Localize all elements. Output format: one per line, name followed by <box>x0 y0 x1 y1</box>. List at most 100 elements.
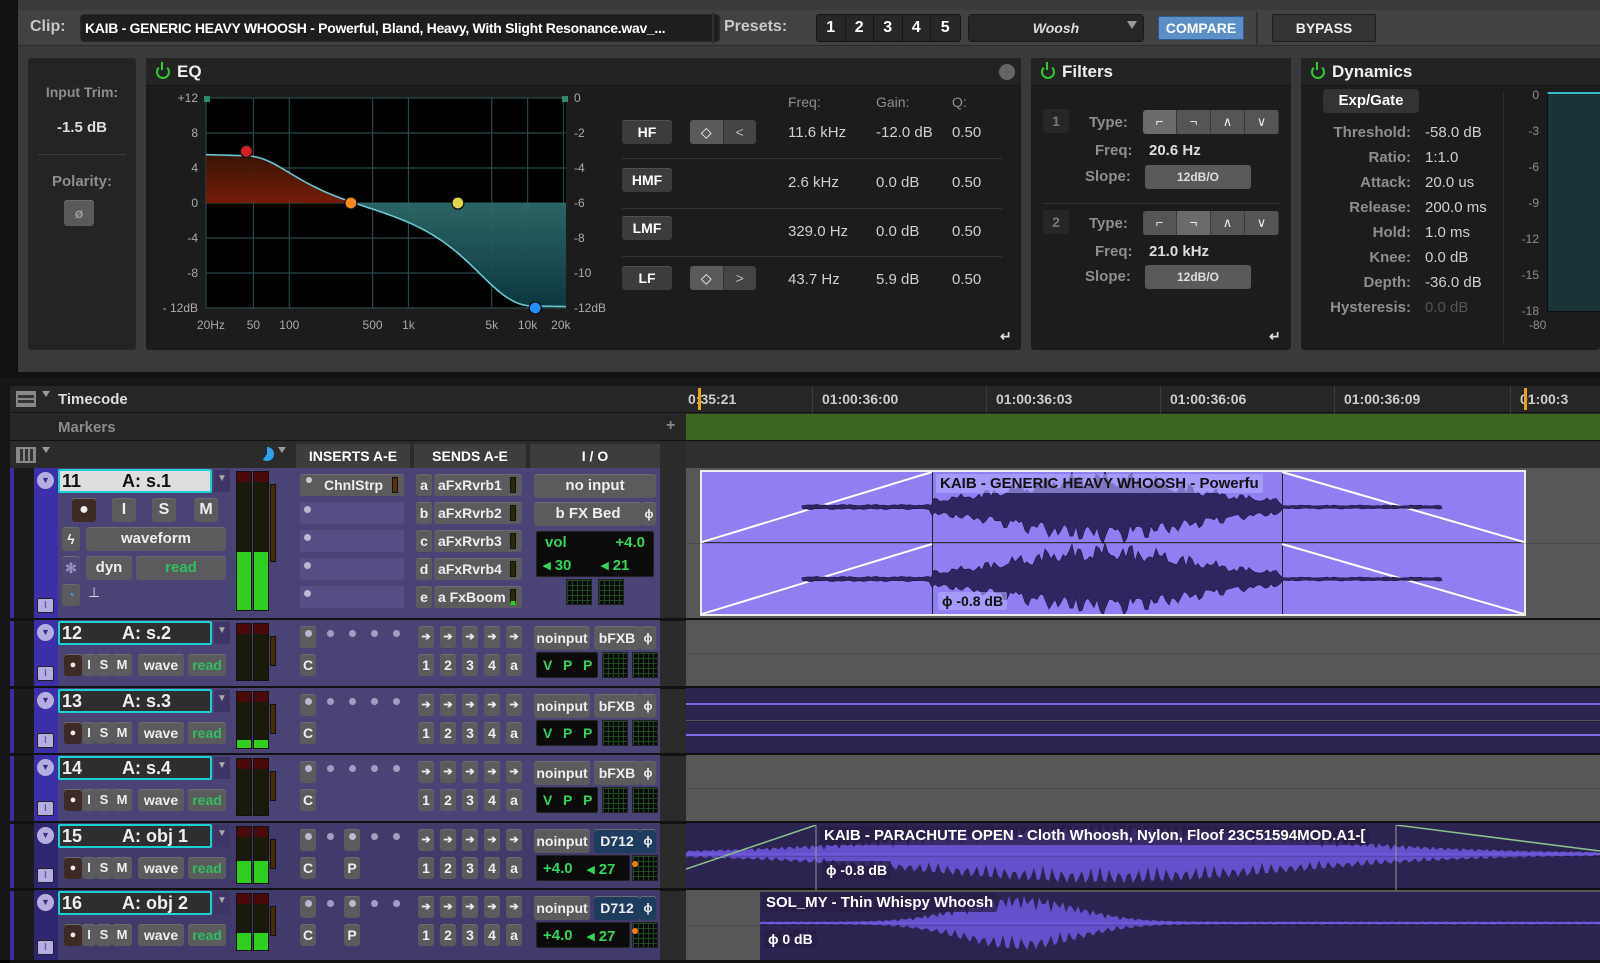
track-13-timeline-lane[interactable] <box>686 688 1600 753</box>
track-15-output-fader-icon[interactable]: ϕ <box>640 829 656 853</box>
track-12-input-button[interactable]: I <box>82 654 96 676</box>
track-11-name-menu-icon[interactable]: ▼ <box>214 470 230 492</box>
track-11-input-selector[interactable]: no input <box>534 474 656 498</box>
track-15-send-2-arrow-icon[interactable]: ➔ <box>440 829 456 851</box>
track-16-clip-gain[interactable]: ϕ 0 dB <box>764 930 817 948</box>
track-16-clip[interactable]: SOL_MY - Thin Whispy Whoosh ϕ 0 dB <box>760 892 1600 960</box>
notch-icon[interactable]: ∨ <box>1245 211 1279 235</box>
track-13-insert-2-slot[interactable] <box>327 698 334 705</box>
filter-1-freq[interactable]: 20.6 Hz <box>1149 142 1201 159</box>
track-14-rec-button[interactable]: ● <box>64 789 82 811</box>
filter-2-freq[interactable]: 21.0 kHz <box>1149 243 1209 260</box>
track-11-automation-mode[interactable]: read <box>136 556 226 580</box>
track-15-mute-button[interactable]: M <box>112 857 132 879</box>
track-12-send-1-arrow-icon[interactable]: ➔ <box>418 626 434 648</box>
track-16-insert-2-slot[interactable] <box>327 900 334 907</box>
track-15-send-1[interactable]: 1 <box>418 857 434 879</box>
track-13-output-fader-icon[interactable]: ϕ <box>640 694 656 718</box>
track-12-send-2-arrow-icon[interactable]: ➔ <box>440 626 456 648</box>
track-15-panner[interactable] <box>632 855 658 881</box>
track-13-rec-button[interactable]: ● <box>64 722 82 744</box>
track-11-send-c-letter[interactable]: c <box>416 530 432 552</box>
track-11-elastic-audio-icon[interactable]: ϟ <box>62 527 80 551</box>
track-16-name-field[interactable]: 16 A: obj 2 <box>58 891 212 915</box>
high-shelf-icon[interactable]: < <box>723 120 756 144</box>
track-16-send-2[interactable]: 2 <box>440 924 456 946</box>
track-11-clip-gain[interactable]: ϕ -0.8 dB <box>938 592 1008 610</box>
track-11-output-selector[interactable]: b FX Bed <box>534 502 642 526</box>
track-15-send-5-arrow-icon[interactable]: ➔ <box>506 829 522 851</box>
dyn-threshold-value[interactable]: -58.0 dB <box>1425 124 1482 141</box>
track-16-send-4-arrow-icon[interactable]: ➔ <box>484 896 500 918</box>
track-11-volume[interactable]: +4.0 <box>615 534 645 551</box>
track-11-pan-right[interactable]: ◂ 21 <box>601 556 629 574</box>
track-14-send-4-arrow-icon[interactable]: ➔ <box>484 761 500 783</box>
bypass-button[interactable]: BYPASS <box>1272 14 1376 42</box>
track-12-insert-5-slot[interactable] <box>393 630 400 637</box>
track-14-mute-button[interactable]: M <box>112 789 132 811</box>
lmf-q[interactable]: 0.50 <box>952 223 981 240</box>
track-13-send-1-arrow-icon[interactable]: ➔ <box>418 694 434 716</box>
peak-icon[interactable]: ∧ <box>1211 110 1245 134</box>
clip-name-field[interactable]: KAIB - GENERIC HEAVY WHOOSH - Powerful, … <box>80 14 720 42</box>
track-11-output-fader-icon[interactable]: ϕ <box>642 502 656 526</box>
track-11-input-button[interactable]: I <box>112 498 136 522</box>
track-14-input-selector[interactable]: noinput <box>534 761 590 785</box>
track-12-send-4[interactable]: 4 <box>484 654 500 676</box>
dyn-release-value[interactable]: 200.0 ms <box>1425 199 1487 216</box>
notch-icon[interactable]: ∨ <box>1245 110 1279 134</box>
track-12-insert-3-slot[interactable] <box>349 630 356 637</box>
track-11-freeze-icon[interactable]: ✻ <box>62 556 80 580</box>
track-16-send-5[interactable]: a <box>506 924 522 946</box>
track-13-send-5[interactable]: a <box>506 722 522 744</box>
track-15-volume[interactable]: +4.0 <box>543 860 573 877</box>
track-15-send-5[interactable]: a <box>506 857 522 879</box>
track-13-send-4[interactable]: 4 <box>484 722 500 744</box>
track-16-solo-button[interactable]: S <box>96 924 112 946</box>
track-14-insert-5-slot[interactable] <box>393 765 400 772</box>
track-16-send-1[interactable]: 1 <box>418 924 434 946</box>
track-14-send-5-arrow-icon[interactable]: ➔ <box>506 761 522 783</box>
collapse-arrow-icon[interactable]: ↵ <box>1269 328 1281 345</box>
preset-2-button[interactable]: 2 <box>846 15 874 41</box>
bell-shape-icon[interactable]: ◇ <box>690 266 724 290</box>
preset-4-button[interactable]: 4 <box>903 15 931 41</box>
track-11-panner-left[interactable] <box>566 579 592 605</box>
eq-node-lmf[interactable] <box>344 196 358 210</box>
track-14-solo-button[interactable]: S <box>96 789 112 811</box>
track-12-timeline-lane[interactable] <box>686 620 1600 686</box>
track-15-clip-gain[interactable]: ϕ -0.8 dB <box>822 861 892 879</box>
track-13-name-field[interactable]: 13 A: s.3 <box>58 689 212 713</box>
hf-gain[interactable]: -12.0 dB <box>876 124 933 141</box>
track-13-automation-mode[interactable]: read <box>188 722 226 744</box>
ruler-view-icon[interactable] <box>16 391 36 407</box>
track-13-insert-3-slot[interactable] <box>349 698 356 705</box>
track-15-send-3[interactable]: 3 <box>462 857 478 879</box>
collapse-arrow-icon[interactable]: ↵ <box>1000 328 1012 345</box>
track-16-view-selector[interactable]: wave <box>138 924 184 946</box>
track-11-timebase-icon[interactable]: ◔ <box>62 584 80 606</box>
band-hmf-button[interactable]: HMF <box>622 168 672 192</box>
track-14-view-selector[interactable]: wave <box>138 789 184 811</box>
track-15-output-selector[interactable]: D712 <box>594 829 640 853</box>
track-12-panner-right[interactable] <box>632 652 658 678</box>
track-11-expand-icon[interactable]: ▼ <box>37 472 54 489</box>
eq-menu-icon[interactable] <box>999 64 1015 80</box>
track-14-chnlstrp-insert[interactable]: C <box>300 789 316 811</box>
ruler-menu-arrow-icon[interactable] <box>42 391 50 397</box>
dynamics-power-icon[interactable] <box>1311 61 1325 79</box>
track-11-send-c[interactable]: aFxRvrb3 <box>434 530 522 552</box>
lowpass-icon[interactable]: ¬ <box>1177 110 1211 134</box>
track-11-volume-mini-fader[interactable] <box>270 484 276 562</box>
track-13-insert-4-slot[interactable] <box>371 698 378 705</box>
track-13-volume-mini-fader[interactable] <box>270 704 276 734</box>
dyn-depth-value[interactable]: -36.0 dB <box>1425 274 1482 291</box>
hmf-freq[interactable]: 2.6 kHz <box>788 174 839 191</box>
compare-button[interactable]: COMPARE <box>1158 16 1244 40</box>
timecode-ruler[interactable]: 0:35:21 01:00:36:00 01:00:36:03 01:00:36:06… <box>686 386 1600 413</box>
column-view-icon[interactable] <box>16 447 36 463</box>
track-12-send-2[interactable]: 2 <box>440 654 456 676</box>
track-12-panner-left[interactable] <box>602 652 628 678</box>
track-13-view-selector[interactable]: wave <box>138 722 184 744</box>
track-14-name-field[interactable]: 14 A: s.4 <box>58 756 212 780</box>
